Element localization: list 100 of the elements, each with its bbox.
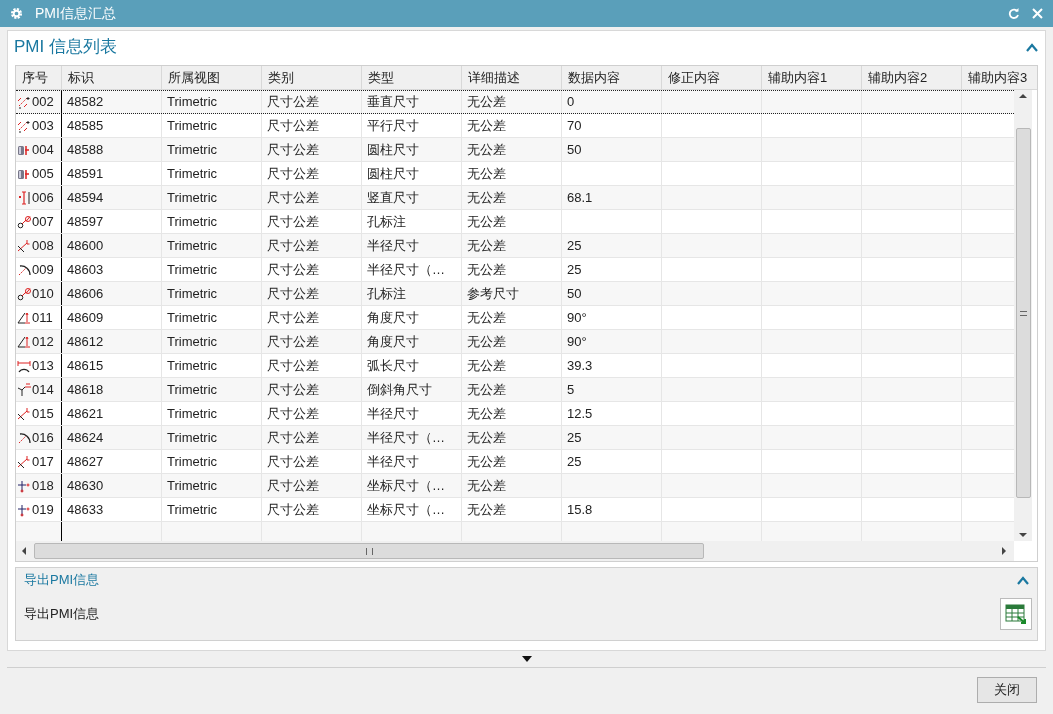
table-row[interactable]: 005 48591 Trimetric 尺寸公差 圆柱尺寸 无公差 <box>16 162 1014 186</box>
section-title: 导出PMI信息 <box>24 571 100 590</box>
table-row[interactable]: 008 48600 Trimetric 尺寸公差 半径尺寸 无公差 25 <box>16 234 1014 258</box>
table-cell: 孔标注 <box>362 282 462 305</box>
column-header[interactable]: 序号 <box>16 66 62 89</box>
column-header[interactable]: 所属视图 <box>162 66 262 89</box>
table-cell-text: 003 <box>32 116 54 135</box>
table-row[interactable]: 013 48615 Trimetric 尺寸公差 弧长尺寸 无公差 39.3 <box>16 354 1014 378</box>
table-cell: 48600 <box>62 234 162 257</box>
table-row[interactable]: 010 48606 Trimetric 尺寸公差 孔标注 参考尺寸 50 <box>16 282 1014 306</box>
table-cell: 无公差 <box>462 162 562 185</box>
scroll-down-icon[interactable] <box>1019 533 1027 537</box>
table-cell-text: 018 <box>32 476 54 495</box>
table-cell: 尺寸公差 <box>262 474 362 497</box>
table-cell: 半径尺寸（… <box>362 258 462 281</box>
table-row[interactable]: 018 48630 Trimetric 尺寸公差 坐标尺寸（… 无公差 <box>16 474 1014 498</box>
table-row[interactable]: 006 48594 Trimetric 尺寸公差 竖直尺寸 无公差 68.1 <box>16 186 1014 210</box>
table-cell: 90° <box>562 330 662 353</box>
table-cell: 无公差 <box>462 474 562 497</box>
table-cell: 尺寸公差 <box>262 330 362 353</box>
table-row[interactable]: 007 48597 Trimetric 尺寸公差 孔标注 无公差 <box>16 210 1014 234</box>
column-header[interactable]: 辅助内容2 <box>862 66 962 89</box>
table-cell: 25 <box>562 450 662 473</box>
table-row[interactable]: 012 48612 Trimetric 尺寸公差 角度尺寸 无公差 90° <box>16 330 1014 354</box>
table-cell: Trimetric <box>162 378 262 401</box>
expand-icon[interactable] <box>521 656 532 662</box>
table-cell: 尺寸公差 <box>262 138 362 161</box>
table-cell: 尺寸公差 <box>262 354 362 377</box>
table-row[interactable]: 016 48624 Trimetric 尺寸公差 半径尺寸（… 无公差 25 <box>16 426 1014 450</box>
table-cell: 无公差 <box>462 306 562 329</box>
table-cell: Trimetric <box>162 402 262 425</box>
table-cell: 尺寸公差 <box>262 91 362 113</box>
export-label: 导出PMI信息 <box>24 605 100 624</box>
column-header[interactable]: 类型 <box>362 66 462 89</box>
table-cell: 尺寸公差 <box>262 450 362 473</box>
collapse-icon[interactable] <box>1026 42 1038 52</box>
table-cell: 48585 <box>62 114 162 137</box>
scroll-left-icon[interactable] <box>22 547 26 555</box>
table-row[interactable]: 002 48582 Trimetric 尺寸公差 垂直尺寸 无公差 0 <box>16 90 1014 114</box>
collapse-icon[interactable] <box>1017 575 1029 585</box>
column-header[interactable]: 辅助内容3 <box>962 66 1037 89</box>
table-row[interactable]: 017 48627 Trimetric 尺寸公差 半径尺寸 无公差 25 <box>16 450 1014 474</box>
table-cell: 25 <box>562 426 662 449</box>
column-header[interactable]: 数据内容 <box>562 66 662 89</box>
table-row[interactable]: 014 48618 Trimetric 尺寸公差 倒斜角尺寸 无公差 5 <box>16 378 1014 402</box>
column-header[interactable]: 详细描述 <box>462 66 562 89</box>
table-cell: 圆柱尺寸 <box>362 138 462 161</box>
column-header[interactable]: 类别 <box>262 66 362 89</box>
table-cell: 无公差 <box>462 426 562 449</box>
grip-icon <box>365 547 373 555</box>
table-row[interactable]: 003 48585 Trimetric 尺寸公差 平行尺寸 无公差 70 <box>16 114 1014 138</box>
table-cell-text: 007 <box>32 212 54 231</box>
export-button[interactable] <box>1000 598 1032 630</box>
table-cell: 无公差 <box>462 114 562 137</box>
table-row[interactable]: 019 48633 Trimetric 尺寸公差 坐标尺寸（… 无公差 15.8 <box>16 498 1014 522</box>
table-cell-text: 014 <box>32 380 54 399</box>
table-cell: 平行尺寸 <box>362 114 462 137</box>
table-cell: 5 <box>562 378 662 401</box>
table-cell: 50 <box>562 138 662 161</box>
scroll-right-icon[interactable] <box>1002 547 1006 555</box>
table-cell: 尺寸公差 <box>262 426 362 449</box>
table-cell: Trimetric <box>162 450 262 473</box>
column-header[interactable]: 辅助内容1 <box>762 66 862 89</box>
table-cell: 48618 <box>62 378 162 401</box>
table-cell: Trimetric <box>162 306 262 329</box>
close-button[interactable]: 关闭 <box>977 677 1037 703</box>
table-cell: 尺寸公差 <box>262 234 362 257</box>
reset-icon[interactable] <box>1008 7 1020 20</box>
table-cell: 尺寸公差 <box>262 186 362 209</box>
table-cell: 弧长尺寸 <box>362 354 462 377</box>
table-cell: Trimetric <box>162 258 262 281</box>
table-row[interactable]: 009 48603 Trimetric 尺寸公差 半径尺寸（… 无公差 25 <box>16 258 1014 282</box>
table-cell-text: 019 <box>32 500 54 519</box>
table-cell: 48609 <box>62 306 162 329</box>
table-cell: 48591 <box>62 162 162 185</box>
table-cell: Trimetric <box>162 210 262 233</box>
table-cell: Trimetric <box>162 186 262 209</box>
grip-icon <box>1019 310 1027 316</box>
table-row[interactable]: 004 48588 Trimetric 尺寸公差 圆柱尺寸 无公差 50 <box>16 138 1014 162</box>
table-cell: Trimetric <box>162 91 262 113</box>
scroll-up-icon[interactable] <box>1019 94 1027 98</box>
table-cell: 倒斜角尺寸 <box>362 378 462 401</box>
table-cell-text: 010 <box>32 284 54 303</box>
table-cell: 半径尺寸 <box>362 234 462 257</box>
section-title: PMI 信息列表 <box>14 36 117 59</box>
table-cell: 尺寸公差 <box>262 498 362 521</box>
table-cell: 无公差 <box>462 378 562 401</box>
table-cell: 半径尺寸 <box>362 402 462 425</box>
table-cell: 48603 <box>62 258 162 281</box>
table-row[interactable]: 011 48609 Trimetric 尺寸公差 角度尺寸 无公差 90° <box>16 306 1014 330</box>
table-cell: Trimetric <box>162 474 262 497</box>
table-cell: 尺寸公差 <box>262 210 362 233</box>
table-cell: 48630 <box>62 474 162 497</box>
column-header[interactable]: 修正内容 <box>662 66 762 89</box>
table-cell-text: 011 <box>32 308 53 327</box>
table-cell: Trimetric <box>162 282 262 305</box>
close-icon[interactable] <box>1032 8 1043 19</box>
table-row[interactable]: 015 48621 Trimetric 尺寸公差 半径尺寸 无公差 12.5 <box>16 402 1014 426</box>
column-header[interactable]: 标识 <box>62 66 162 89</box>
table-cell: 25 <box>562 234 662 257</box>
